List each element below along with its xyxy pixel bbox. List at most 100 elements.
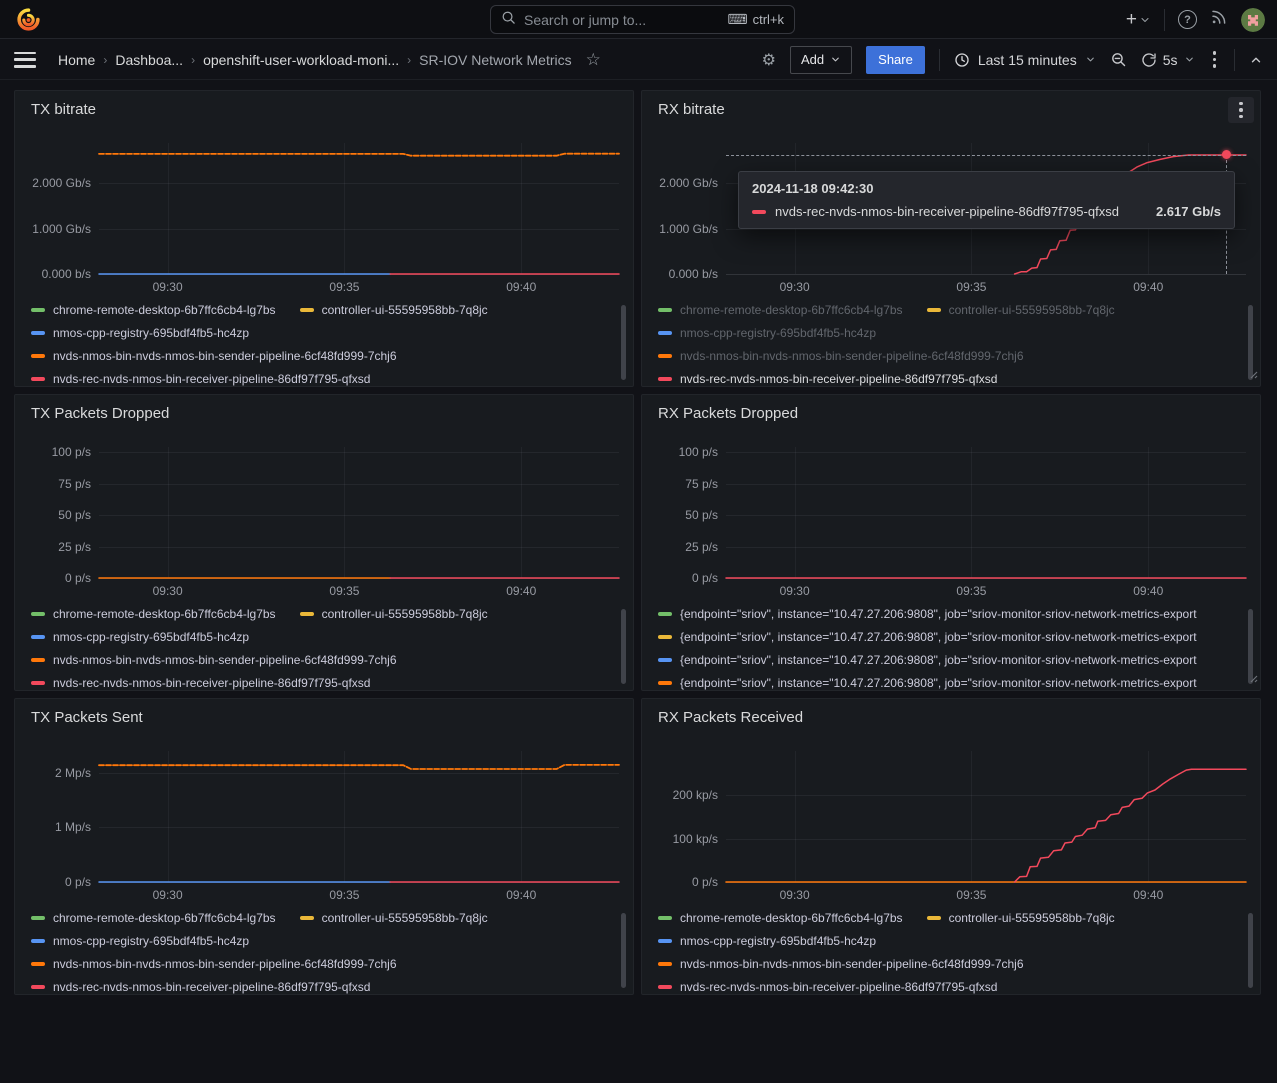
legend-item[interactable]: nvds-nmos-bin-nvds-nmos-bin-sender-pipel… bbox=[31, 952, 397, 975]
legend-item[interactable]: controller-ui-55595958bb-7q8jc bbox=[300, 298, 488, 321]
news-icon[interactable] bbox=[1210, 8, 1228, 31]
series-color-marker bbox=[658, 916, 672, 920]
legend-item[interactable]: nmos-cpp-registry-695bdf4fb5-hc4zp bbox=[658, 929, 876, 952]
tx-bitrate-legend: chrome-remote-desktop-6b7ffc6cb4-lg7bs co… bbox=[31, 298, 607, 387]
legend-item[interactable]: nvds-nmos-bin-nvds-nmos-bin-sender-pipel… bbox=[31, 648, 397, 671]
favorite-star-icon[interactable]: ☆ bbox=[586, 50, 601, 70]
time-range-picker[interactable]: Last 15 minutes bbox=[954, 52, 1096, 68]
legend-item[interactable]: chrome-remote-desktop-6b7ffc6cb4-lg7bs bbox=[31, 906, 276, 929]
series-color-marker bbox=[658, 681, 672, 685]
tooltip-timestamp: 2024-11-18 09:42:30 bbox=[752, 181, 1221, 196]
rx-packets-dropped-legend: {endpoint="sriov", instance="10.47.27.20… bbox=[658, 602, 1234, 691]
user-avatar[interactable] bbox=[1241, 8, 1265, 32]
legend-item[interactable]: nvds-rec-nvds-nmos-bin-receiver-pipeline… bbox=[658, 975, 997, 995]
breadcrumb-dashboards[interactable]: Dashboa... bbox=[115, 52, 183, 68]
rx-packets-received-legend: chrome-remote-desktop-6b7ffc6cb4-lg7bs co… bbox=[658, 906, 1234, 995]
y-axis-tick-label: 50 p/s bbox=[642, 507, 718, 523]
y-axis-tick-label: 200 kp/s bbox=[642, 787, 718, 803]
legend-scrollbar[interactable] bbox=[621, 609, 626, 684]
series-color-marker bbox=[31, 939, 45, 943]
legend-label: {endpoint="sriov", instance="10.47.27.20… bbox=[680, 630, 1197, 644]
legend-item[interactable]: nmos-cpp-registry-695bdf4fb5-hc4zp bbox=[31, 321, 249, 344]
legend-item[interactable]: nvds-nmos-bin-nvds-nmos-bin-sender-pipel… bbox=[658, 344, 1024, 367]
legend-label: nvds-nmos-bin-nvds-nmos-bin-sender-pipel… bbox=[53, 653, 397, 667]
legend-label: nvds-nmos-bin-nvds-nmos-bin-sender-pipel… bbox=[53, 957, 397, 971]
legend-item[interactable]: controller-ui-55595958bb-7q8jc bbox=[300, 602, 488, 625]
y-axis-tick-label: 100 kp/s bbox=[642, 831, 718, 847]
help-icon[interactable]: ? bbox=[1178, 10, 1197, 29]
legend-item[interactable]: {endpoint="sriov", instance="10.47.27.20… bbox=[658, 602, 1234, 625]
x-axis-tick-label: 09:35 bbox=[947, 280, 995, 294]
breadcrumb-home[interactable]: Home bbox=[58, 52, 95, 68]
y-axis-tick-label: 2.000 Gb/s bbox=[642, 175, 718, 191]
legend-item[interactable]: chrome-remote-desktop-6b7ffc6cb4-lg7bs bbox=[31, 298, 276, 321]
legend-item[interactable]: nvds-rec-nvds-nmos-bin-receiver-pipeline… bbox=[31, 975, 370, 995]
legend-label: chrome-remote-desktop-6b7ffc6cb4-lg7bs bbox=[53, 607, 276, 621]
legend-item[interactable]: chrome-remote-desktop-6b7ffc6cb4-lg7bs bbox=[658, 298, 903, 321]
legend-item[interactable]: nvds-nmos-bin-nvds-nmos-bin-sender-pipel… bbox=[31, 344, 397, 367]
panel-resize-handle[interactable] bbox=[1248, 670, 1258, 688]
legend-item[interactable]: controller-ui-55595958bb-7q8jc bbox=[300, 906, 488, 929]
series-color-marker bbox=[31, 331, 45, 335]
menu-toggle-icon[interactable] bbox=[14, 52, 36, 68]
y-axis-tick-label: 50 p/s bbox=[15, 507, 91, 523]
legend-label: controller-ui-55595958bb-7q8jc bbox=[322, 911, 488, 925]
panel-resize-handle[interactable] bbox=[1248, 366, 1258, 384]
legend-item[interactable]: controller-ui-55595958bb-7q8jc bbox=[927, 298, 1115, 321]
breadcrumb-separator: › bbox=[191, 53, 195, 67]
x-axis-tick-label: 09:30 bbox=[771, 888, 819, 902]
toolbar-divider bbox=[939, 49, 940, 71]
rx-bitrate-legend: chrome-remote-desktop-6b7ffc6cb4-lg7bs co… bbox=[658, 298, 1234, 387]
breadcrumb-folder[interactable]: openshift-user-workload-moni... bbox=[203, 52, 399, 68]
legend-scrollbar[interactable] bbox=[621, 305, 626, 380]
grafana-logo-icon[interactable] bbox=[16, 7, 41, 32]
kebab-icon bbox=[1235, 98, 1247, 123]
add-button[interactable]: Add bbox=[790, 46, 852, 74]
collapse-toolbar-button[interactable] bbox=[1249, 53, 1263, 67]
series-color-marker bbox=[300, 612, 314, 616]
legend-label: nvds-rec-nvds-nmos-bin-receiver-pipeline… bbox=[680, 980, 997, 994]
legend-item[interactable]: nvds-nmos-bin-nvds-nmos-bin-sender-pipel… bbox=[658, 952, 1024, 975]
x-axis-tick-label: 09:40 bbox=[497, 280, 545, 294]
y-axis-tick-label: 75 p/s bbox=[642, 476, 718, 492]
breadcrumb: Home › Dashboa... › openshift-user-workl… bbox=[58, 52, 572, 68]
zoom-out-icon bbox=[1110, 51, 1127, 68]
y-axis-tick-label: 0 p/s bbox=[642, 874, 718, 890]
legend-scrollbar[interactable] bbox=[621, 913, 626, 988]
legend-item[interactable]: nmos-cpp-registry-695bdf4fb5-hc4zp bbox=[658, 321, 876, 344]
new-menu-button[interactable]: + bbox=[1126, 10, 1151, 29]
legend-label: nvds-nmos-bin-nvds-nmos-bin-sender-pipel… bbox=[53, 349, 397, 363]
legend-item[interactable]: nvds-rec-nvds-nmos-bin-receiver-pipeline… bbox=[31, 367, 370, 387]
legend-item[interactable]: nmos-cpp-registry-695bdf4fb5-hc4zp bbox=[31, 625, 249, 648]
search-input[interactable] bbox=[524, 12, 719, 28]
crosshair-horizontal bbox=[726, 155, 1246, 156]
legend-item[interactable]: controller-ui-55595958bb-7q8jc bbox=[927, 906, 1115, 929]
series-color-marker bbox=[31, 354, 45, 358]
legend-item[interactable]: {endpoint="sriov", instance="10.47.27.20… bbox=[658, 648, 1234, 671]
refresh-controls[interactable]: 5s bbox=[1141, 52, 1195, 68]
legend-label: {endpoint="sriov", instance="10.47.27.20… bbox=[680, 676, 1197, 690]
x-axis-tick-label: 09:40 bbox=[497, 888, 545, 902]
x-axis-tick-label: 09:30 bbox=[771, 280, 819, 294]
legend-item[interactable]: {endpoint="sriov", instance="10.47.27.20… bbox=[658, 671, 1234, 691]
dashboard-settings-icon[interactable]: ⚙ bbox=[762, 50, 776, 69]
legend-item[interactable]: nmos-cpp-registry-695bdf4fb5-hc4zp bbox=[31, 929, 249, 952]
legend-scrollbar[interactable] bbox=[1248, 913, 1253, 988]
toolbar-kebab-icon[interactable] bbox=[1209, 47, 1221, 72]
chart-tooltip: 2024-11-18 09:42:30 nvds-rec-nvds-nmos-b… bbox=[738, 171, 1235, 229]
legend-item[interactable]: chrome-remote-desktop-6b7ffc6cb4-lg7bs bbox=[31, 602, 276, 625]
zoom-out-button[interactable] bbox=[1110, 51, 1127, 68]
legend-item[interactable]: chrome-remote-desktop-6b7ffc6cb4-lg7bs bbox=[658, 906, 903, 929]
tx-packets-sent-legend: chrome-remote-desktop-6b7ffc6cb4-lg7bs co… bbox=[31, 906, 607, 995]
x-axis-tick-label: 09:40 bbox=[1124, 888, 1172, 902]
y-axis-tick-label: 0.000 b/s bbox=[15, 266, 91, 282]
legend-item[interactable]: {endpoint="sriov", instance="10.47.27.20… bbox=[658, 625, 1234, 648]
global-search[interactable]: ⌨ ctrl+k bbox=[490, 5, 795, 34]
y-axis-tick-label: 100 p/s bbox=[15, 444, 91, 460]
legend-item[interactable]: nvds-rec-nvds-nmos-bin-receiver-pipeline… bbox=[658, 367, 997, 387]
x-axis-tick-label: 09:30 bbox=[144, 280, 192, 294]
refresh-interval: 5s bbox=[1163, 52, 1178, 68]
share-button[interactable]: Share bbox=[866, 46, 925, 74]
legend-item[interactable]: nvds-rec-nvds-nmos-bin-receiver-pipeline… bbox=[31, 671, 370, 691]
panel-menu-button[interactable] bbox=[1228, 97, 1254, 123]
